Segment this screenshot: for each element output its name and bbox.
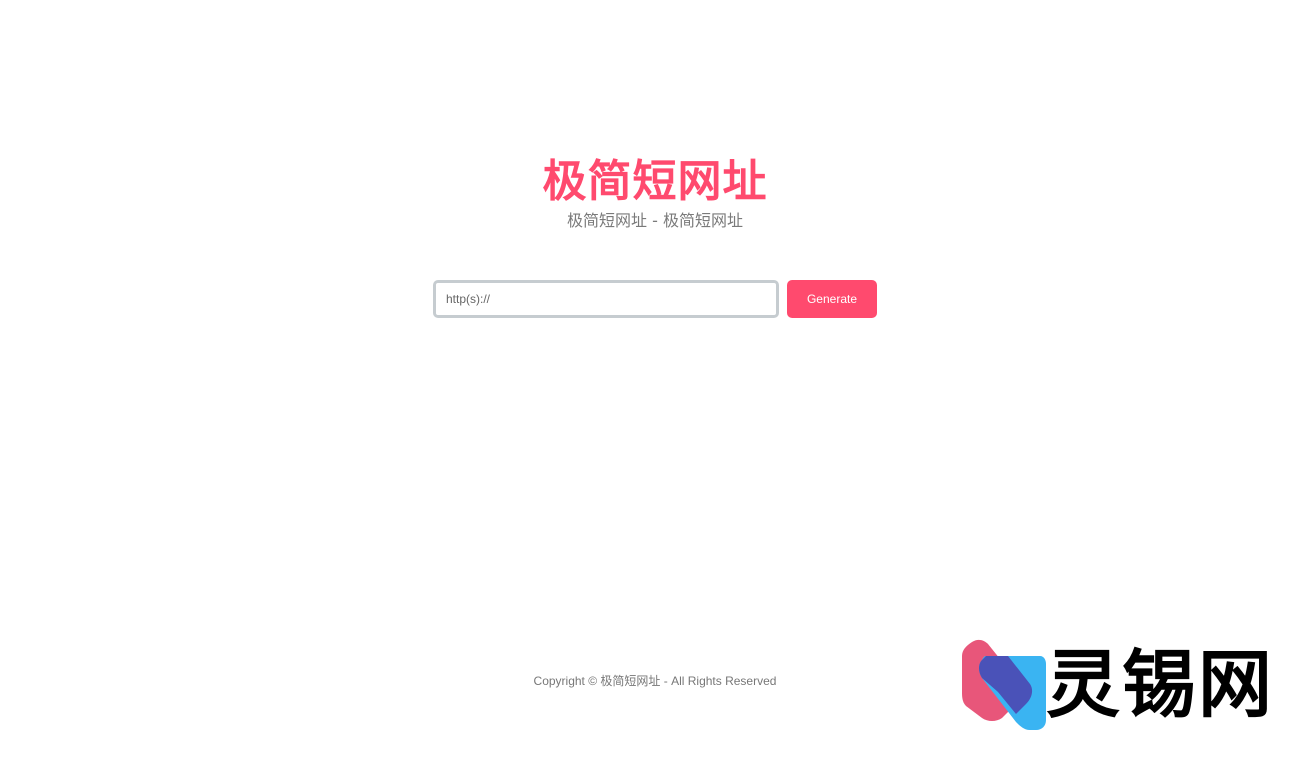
watermark: 灵锡网 xyxy=(958,638,1278,734)
url-input[interactable] xyxy=(433,280,779,318)
generate-button[interactable]: Generate xyxy=(787,280,877,318)
lingxi-logo-icon xyxy=(962,639,1046,730)
page-title: 极简短网址 xyxy=(542,156,768,207)
page-subtitle: 极简短网址 - 极简短网址 xyxy=(567,211,743,230)
watermark-text: 灵锡网 xyxy=(1046,642,1274,728)
page: 极简短网址 极简短网址 - 极简短网址 Generate Copyright ©… xyxy=(0,0,1310,767)
